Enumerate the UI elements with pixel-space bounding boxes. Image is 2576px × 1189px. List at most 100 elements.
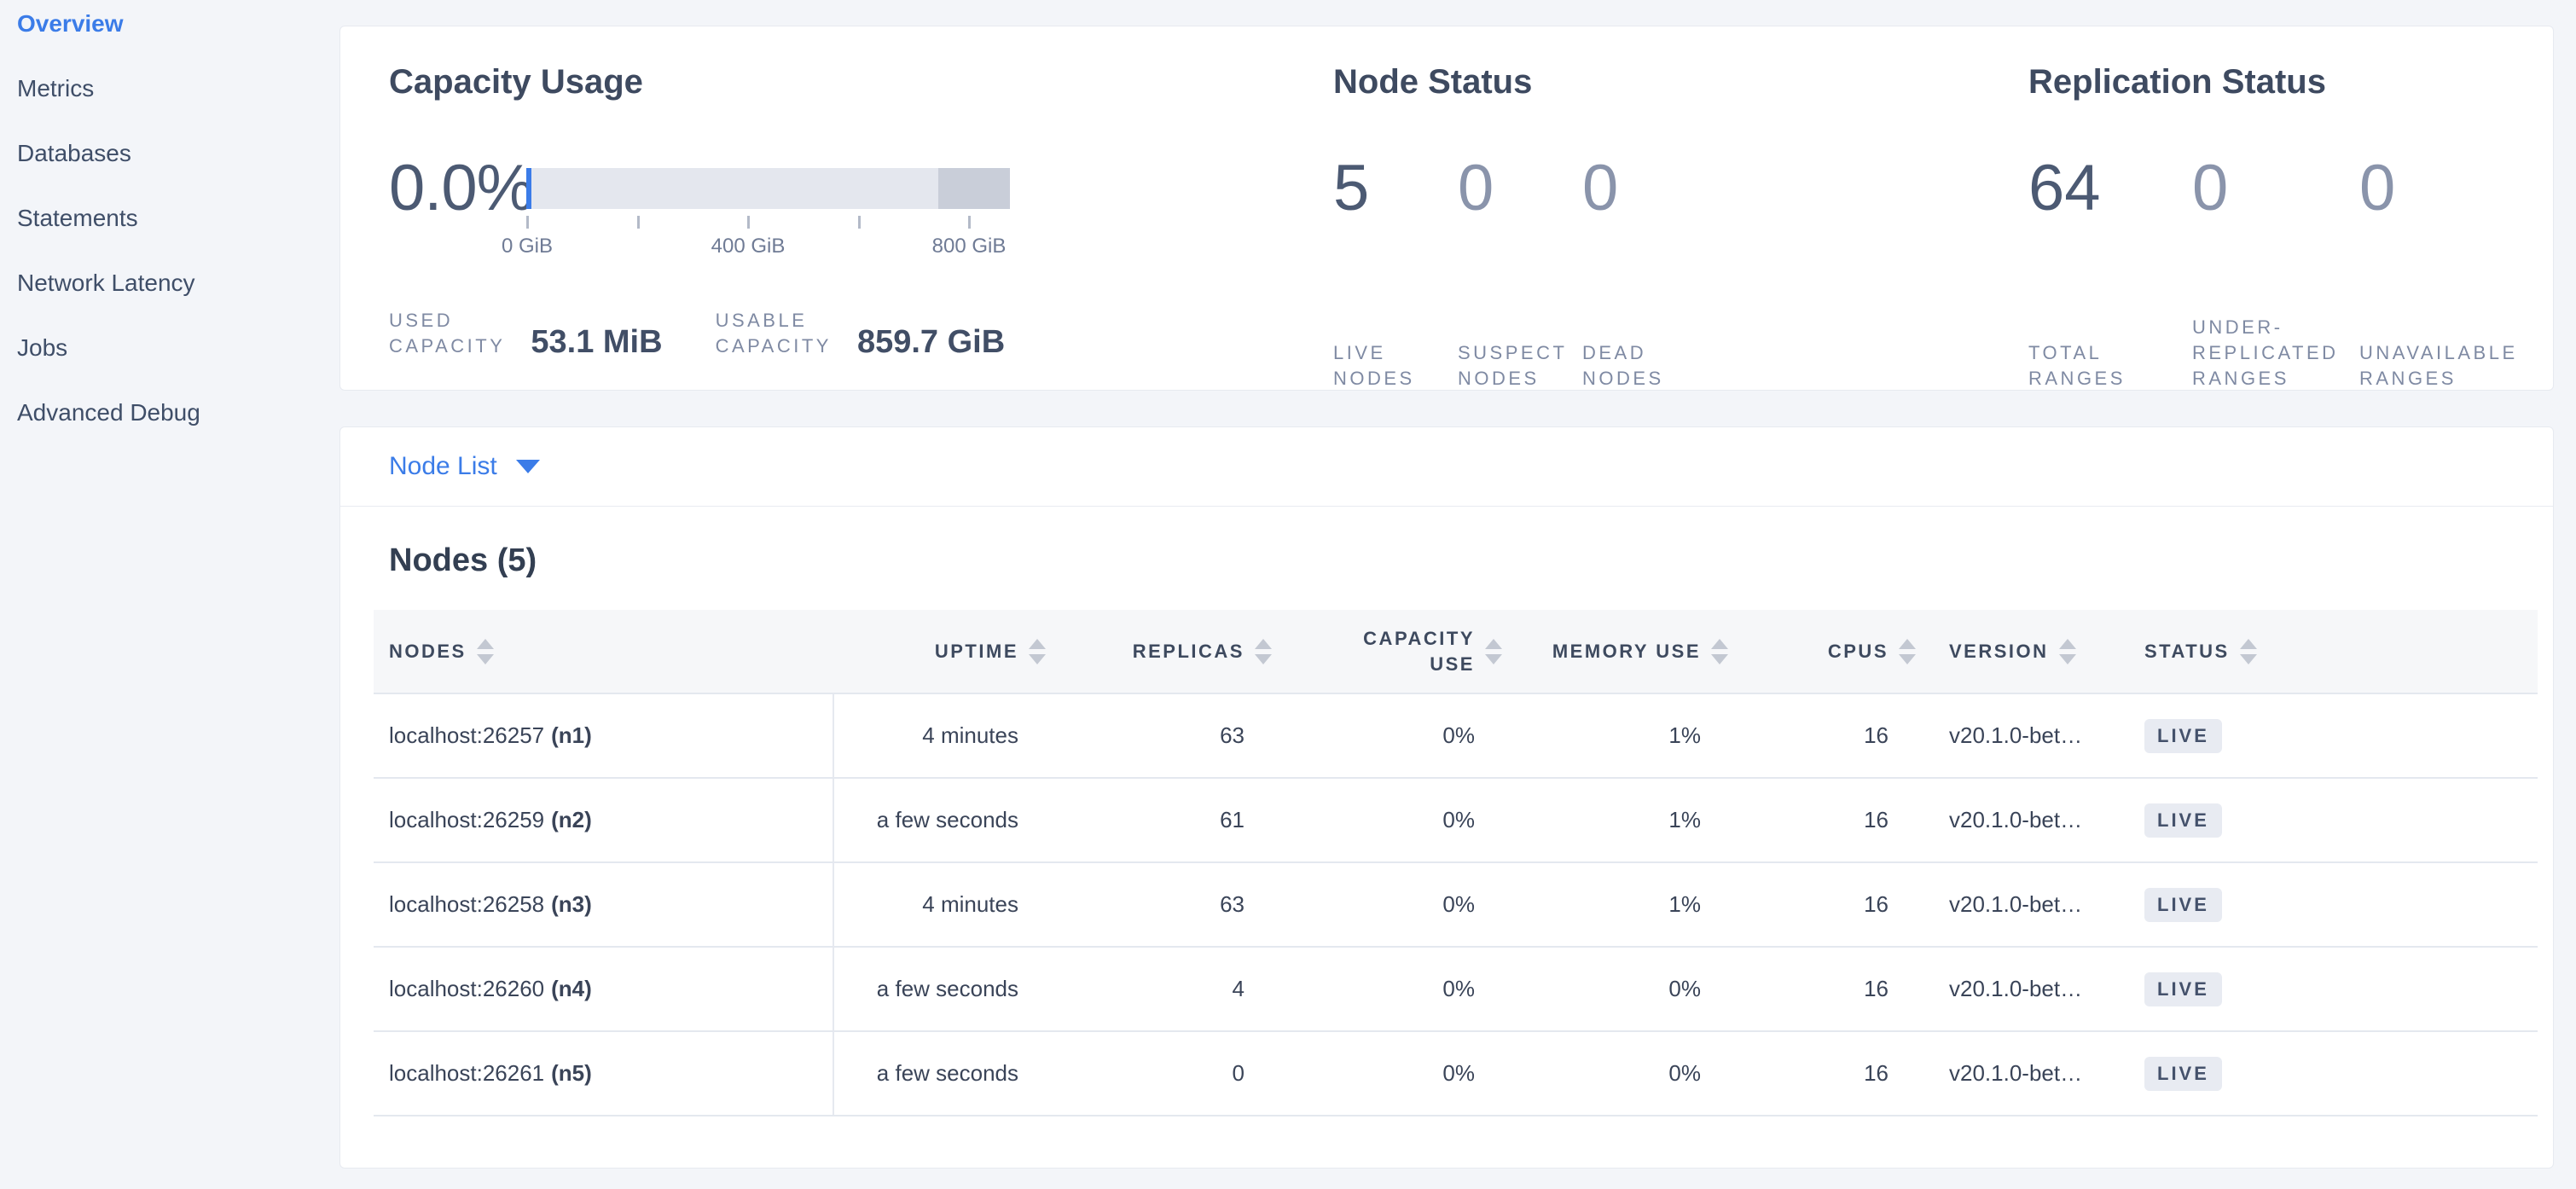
memory-use-cell: 0% bbox=[1502, 1031, 1728, 1116]
status-cell: LIVE bbox=[2132, 693, 2538, 778]
capacity-use-cell: 0% bbox=[1272, 778, 1502, 862]
replicas-cell: 4 bbox=[1046, 947, 1272, 1031]
metric-value: 64 bbox=[2028, 154, 2192, 223]
nodes-table-title: Nodes (5) bbox=[389, 542, 2553, 579]
metric-label: UNDER-REPLICATEDRANGES bbox=[2192, 315, 2359, 392]
metric-value: 0 bbox=[2192, 154, 2359, 223]
capacity-use-cell: 0% bbox=[1272, 1031, 1502, 1116]
axis-tick-label: 800 GiB bbox=[932, 235, 1007, 258]
node-address[interactable]: localhost:26259 bbox=[389, 807, 544, 832]
column-header-version[interactable]: VERSION bbox=[1916, 610, 2132, 693]
node-address[interactable]: localhost:26260 bbox=[389, 976, 544, 1001]
version-cell: v20.1.0-bet… bbox=[1916, 778, 2132, 862]
column-header-replicas[interactable]: REPLICAS bbox=[1046, 610, 1272, 693]
capacity-use-cell: 0% bbox=[1272, 862, 1502, 947]
axis-tick bbox=[637, 216, 640, 229]
capacity-gauge-used-segment bbox=[526, 168, 531, 209]
node-address[interactable]: localhost:26257 bbox=[389, 722, 544, 748]
sidebar-item-metrics[interactable]: Metrics bbox=[0, 75, 338, 140]
replicas-cell: 61 bbox=[1046, 778, 1272, 862]
node-address-cell[interactable]: localhost:26259 (n2) bbox=[374, 778, 833, 862]
sidebar-item-network-latency[interactable]: Network Latency bbox=[0, 270, 338, 334]
metric: 64 TOTALRANGES bbox=[2028, 154, 2192, 392]
axis-tick bbox=[968, 216, 971, 229]
column-header-capacity-use[interactable]: CAPACITY USE bbox=[1272, 610, 1502, 693]
node-address-cell[interactable]: localhost:26257 (n1) bbox=[374, 693, 833, 778]
uptime-cell: a few seconds bbox=[833, 778, 1046, 862]
replicas-cell: 63 bbox=[1046, 862, 1272, 947]
status-cell: LIVE bbox=[2132, 862, 2538, 947]
capacity-gauge-axis: 0 GiB400 GiB800 GiB bbox=[526, 209, 1010, 260]
sidebar-item-overview[interactable]: Overview bbox=[0, 10, 338, 75]
table-row[interactable]: localhost:26258(n3) 4 minutes 63 0% 1% 1… bbox=[374, 862, 2538, 947]
sidebar-item-advanced-debug[interactable]: Advanced Debug bbox=[0, 399, 338, 464]
status-badge: LIVE bbox=[2144, 1057, 2222, 1091]
sort-icon[interactable] bbox=[477, 639, 494, 664]
column-header-status[interactable]: STATUS bbox=[2132, 610, 2538, 693]
node-address-cell[interactable]: localhost:26261(n5) bbox=[374, 1031, 833, 1116]
node-id: (n2) bbox=[551, 807, 592, 832]
column-header-uptime[interactable]: UPTIME bbox=[833, 610, 1046, 693]
table-row[interactable]: localhost:26257(n1) 4 minutes 63 0% 1% 1… bbox=[374, 693, 2538, 778]
column-header-cpus[interactable]: CPUS bbox=[1728, 610, 1916, 693]
metric-label: DEADNODES bbox=[1582, 315, 1707, 392]
node-status-section: Node Status bbox=[1333, 65, 1532, 99]
metric-value: 0 bbox=[1582, 154, 1707, 223]
version-cell: v20.1.0-bet… bbox=[1916, 1031, 2132, 1116]
version-cell: v20.1.0-bet… bbox=[1916, 947, 2132, 1031]
table-row[interactable]: localhost:26259(n2) a few seconds 61 0% … bbox=[374, 778, 2538, 862]
node-address-cell[interactable]: localhost:26258(n3) bbox=[374, 862, 833, 947]
memory-use-cell: 0% bbox=[1502, 947, 1728, 1031]
node-address-cell[interactable]: localhost:26260(n4) bbox=[374, 947, 833, 1031]
version-cell: v20.1.0-bet… bbox=[1916, 693, 2132, 778]
used-capacity-value: 53.1 MiB bbox=[531, 325, 662, 359]
status-badge: LIVE bbox=[2144, 719, 2222, 753]
node-address[interactable]: localhost:26258 bbox=[389, 891, 544, 917]
metric-label: UNAVAILABLERANGES bbox=[2359, 315, 2518, 392]
sort-icon[interactable] bbox=[2240, 639, 2257, 664]
sort-icon[interactable] bbox=[1255, 639, 1272, 664]
capacity-gauge: 0.0% 0 GiB400 GiB800 GiB bbox=[389, 154, 1010, 260]
uptime-cell: 4 minutes bbox=[833, 862, 1046, 947]
uptime-cell: 4 minutes bbox=[833, 693, 1046, 778]
sidebar-item-statements[interactable]: Statements bbox=[0, 205, 338, 270]
metric-label: SUSPECTNODES bbox=[1458, 315, 1582, 392]
node-list-dropdown-label: Node List bbox=[389, 452, 497, 481]
sidebar-item-databases[interactable]: Databases bbox=[0, 140, 338, 205]
column-header-nodes[interactable]: NODES bbox=[374, 610, 833, 693]
capacity-gauge-bar bbox=[526, 168, 1010, 209]
node-list-card: Node List Nodes (5) NODES UPTIME REPLICA… bbox=[339, 426, 2554, 1169]
version-cell: v20.1.0-bet… bbox=[1916, 862, 2132, 947]
sidebar: Overview Metrics Databases Statements Ne… bbox=[0, 0, 338, 464]
capacity-usage-section: Capacity Usage bbox=[389, 65, 643, 99]
sort-icon[interactable] bbox=[1711, 639, 1728, 664]
sort-icon[interactable] bbox=[1485, 639, 1502, 664]
sidebar-item-jobs[interactable]: Jobs bbox=[0, 334, 338, 399]
status-badge: LIVE bbox=[2144, 972, 2222, 1006]
table-row[interactable]: localhost:26261(n5) a few seconds 0 0% 0… bbox=[374, 1031, 2538, 1116]
metric: 5 LIVENODES bbox=[1333, 154, 1458, 392]
uptime-cell: a few seconds bbox=[833, 947, 1046, 1031]
node-address[interactable]: localhost:26261 bbox=[389, 1060, 544, 1086]
memory-use-cell: 1% bbox=[1502, 862, 1728, 947]
usable-capacity-value: 859.7 GiB bbox=[857, 325, 1005, 359]
axis-tick bbox=[747, 216, 750, 229]
axis-tick bbox=[858, 216, 861, 229]
sort-icon[interactable] bbox=[1029, 639, 1046, 664]
status-cell: LIVE bbox=[2132, 947, 2538, 1031]
capacity-stats: USED CAPACITY 53.1 MiB USABLE CAPACITY 8… bbox=[389, 308, 1005, 359]
axis-tick bbox=[526, 216, 529, 229]
metric: 0 UNAVAILABLERANGES bbox=[2359, 154, 2518, 392]
cpus-cell: 16 bbox=[1728, 778, 1916, 862]
node-id: (n1) bbox=[551, 722, 592, 748]
memory-use-cell: 1% bbox=[1502, 693, 1728, 778]
status-badge: LIVE bbox=[2144, 803, 2222, 838]
cpus-cell: 16 bbox=[1728, 1031, 1916, 1116]
metric: 0 DEADNODES bbox=[1582, 154, 1707, 392]
sort-icon[interactable] bbox=[2059, 639, 2076, 664]
sort-icon[interactable] bbox=[1899, 639, 1916, 664]
table-row[interactable]: localhost:26260(n4) a few seconds 4 0% 0… bbox=[374, 947, 2538, 1031]
column-header-memory-use[interactable]: MEMORY USE bbox=[1502, 610, 1728, 693]
node-list-dropdown[interactable]: Node List bbox=[340, 427, 2553, 507]
memory-use-cell: 1% bbox=[1502, 778, 1728, 862]
